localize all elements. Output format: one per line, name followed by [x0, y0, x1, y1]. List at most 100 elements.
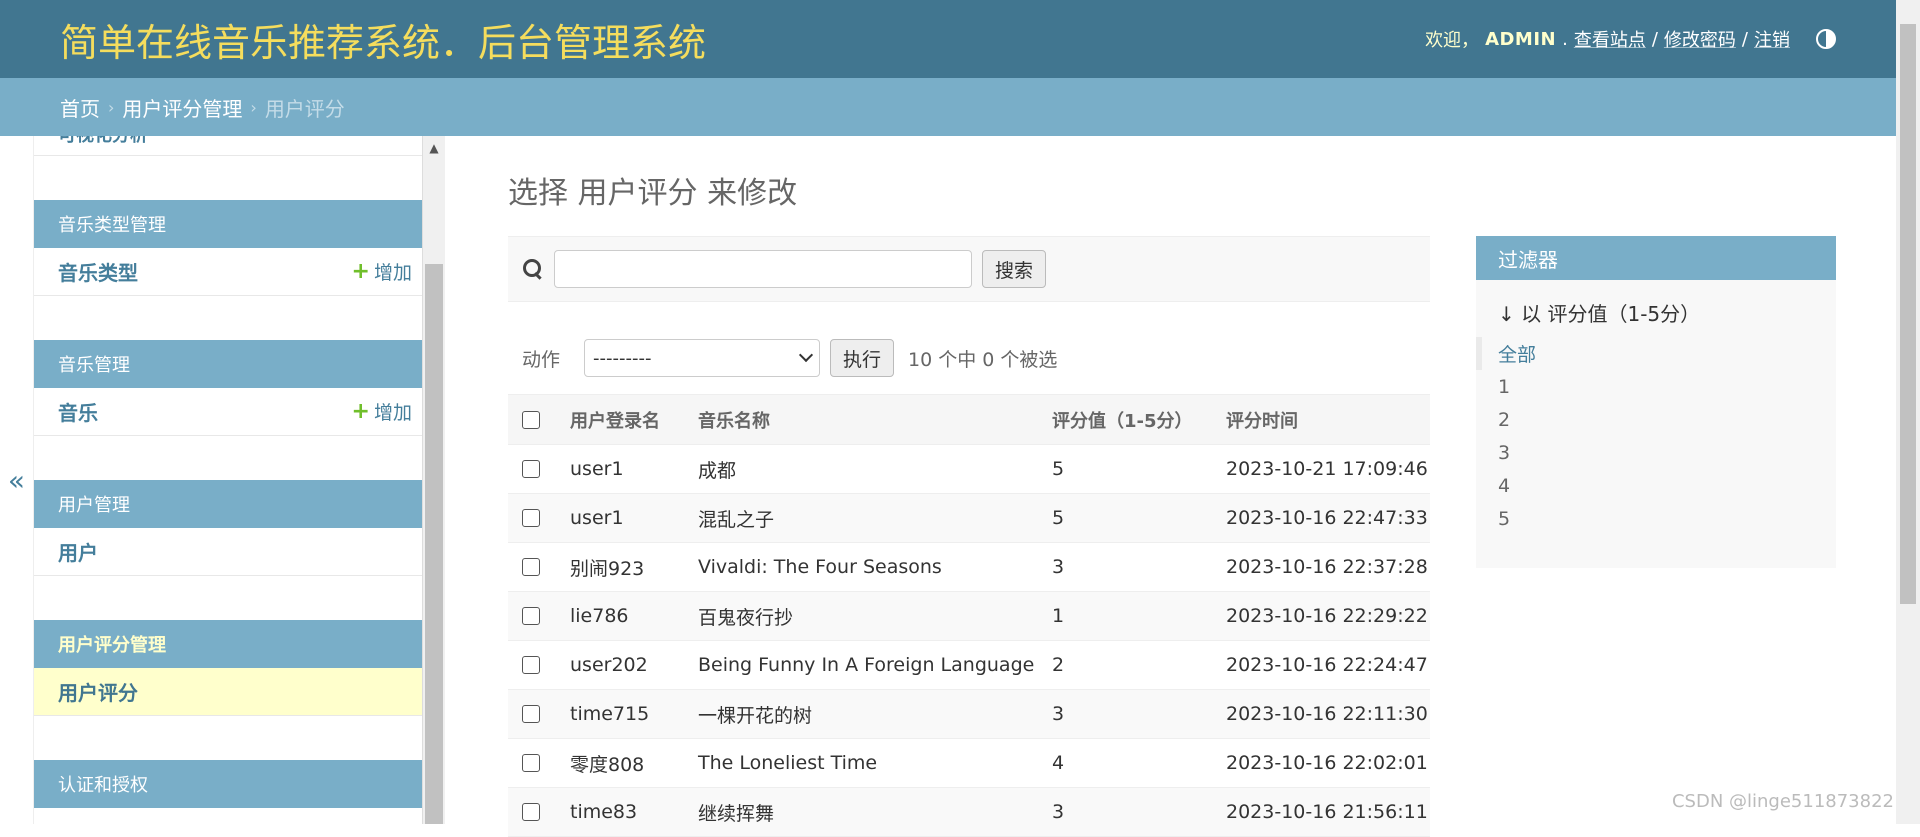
view-site-link[interactable]: 查看站点 — [1574, 26, 1646, 52]
theme-toggle-icon[interactable] — [1816, 29, 1836, 49]
sidebar-item-music-type[interactable]: 音乐类型 +增加 — [34, 248, 422, 296]
table-row: time715 一棵开花的树 3 2023-10-16 22:11:30 — [508, 690, 1430, 739]
add-music-type-button[interactable]: +增加 — [352, 258, 412, 285]
cell-music: 成都 — [698, 445, 1052, 494]
cell-music: Vivaldi: The Four Seasons — [698, 543, 1052, 592]
dot: . — [1562, 29, 1568, 50]
row-checkbox[interactable] — [522, 754, 540, 772]
sidebar-item-label[interactable]: 音乐 — [58, 397, 98, 426]
column-header-time[interactable]: 评分时间 — [1226, 395, 1430, 445]
action-select[interactable]: --------- — [584, 339, 820, 377]
module-caption[interactable]: 音乐管理 — [34, 340, 422, 388]
row-checkbox[interactable] — [522, 656, 540, 674]
table-row: time83 继续挥舞 3 2023-10-16 21:56:11 — [508, 788, 1430, 837]
column-header-music[interactable]: 音乐名称 — [698, 395, 1052, 445]
filter-option-3[interactable]: 3 — [1476, 436, 1836, 469]
filter-panel: 过滤器 ↓ 以 评分值（1-5分） 全部 1 2 3 4 5 — [1476, 236, 1836, 568]
cell-username[interactable]: user1 — [570, 494, 698, 543]
row-checkbox[interactable] — [522, 705, 540, 723]
scrollbar-thumb[interactable] — [1900, 24, 1916, 604]
breadcrumb-separator: › — [108, 98, 114, 117]
user-tools: 欢迎， ADMIN . 查看站点 / 修改密码 / 注销 — [1425, 26, 1836, 52]
filter-option-1[interactable]: 1 — [1476, 370, 1836, 403]
cell-time: 2023-10-16 22:02:01 — [1226, 739, 1430, 788]
filter-option-2[interactable]: 2 — [1476, 403, 1836, 436]
row-select-cell — [508, 690, 570, 739]
filter-heading: ↓ 以 评分值（1-5分） — [1498, 298, 1836, 327]
module-music: 音乐管理 音乐 +增加 — [34, 340, 422, 436]
breadcrumb-app[interactable]: 用户评分管理 — [122, 93, 242, 122]
logout-link[interactable]: 注销 — [1754, 26, 1790, 52]
cell-score: 3 — [1052, 788, 1226, 837]
go-button[interactable]: 执行 — [830, 339, 894, 377]
scroll-up-icon[interactable]: ▲ — [423, 136, 445, 160]
module-caption[interactable]: 认证和授权 — [34, 760, 422, 808]
table-row: user1 成都 5 2023-10-21 17:09:46 — [508, 445, 1430, 494]
sidebar-item-label[interactable]: 用户 — [58, 537, 98, 566]
module-caption[interactable]: 用户管理 — [34, 480, 422, 528]
cell-score: 4 — [1052, 739, 1226, 788]
cell-username[interactable]: lie786 — [570, 592, 698, 641]
page-scrollbar[interactable] — [1896, 0, 1920, 824]
module-auth: 认证和授权 — [34, 760, 422, 808]
column-header-username[interactable]: 用户登录名 — [570, 395, 698, 445]
separator: / — [1742, 29, 1748, 50]
separator: / — [1652, 29, 1658, 50]
column-header-score[interactable]: 评分值（1-5分） — [1052, 395, 1226, 445]
watermark: CSDN @linge511873822 — [1672, 791, 1894, 812]
module-caption[interactable]: 用户评分管理 — [34, 620, 422, 668]
filter-option-all[interactable]: 全部 — [1476, 337, 1836, 370]
action-selected-value: --------- — [593, 348, 651, 369]
header: 简单在线音乐推荐系统．后台管理系统 欢迎， ADMIN . 查看站点 / 修改密… — [0, 0, 1896, 78]
filter-option-4[interactable]: 4 — [1476, 469, 1836, 502]
row-checkbox[interactable] — [522, 607, 540, 625]
sidebar-item-label[interactable]: 音乐类型 — [58, 257, 138, 286]
double-chevron-left-icon: « — [8, 464, 25, 497]
breadcrumb-home[interactable]: 首页 — [60, 93, 100, 122]
site-title[interactable]: 简单在线音乐推荐系统．后台管理系统 — [60, 12, 706, 67]
sidebar-item-music[interactable]: 音乐 +增加 — [34, 388, 422, 436]
select-all-checkbox[interactable] — [522, 411, 540, 429]
row-checkbox[interactable] — [522, 558, 540, 576]
cell-username[interactable]: user202 — [570, 641, 698, 690]
cell-username[interactable]: user1 — [570, 445, 698, 494]
cell-music: Being Funny In A Foreign Language — [698, 641, 1052, 690]
collapse-sidebar-button[interactable]: « — [0, 136, 34, 824]
sidebar-item-rating[interactable]: 用户评分 — [34, 668, 422, 716]
table-row: user1 混乱之子 5 2023-10-16 22:47:33 — [508, 494, 1430, 543]
cell-username[interactable]: time83 — [570, 788, 698, 837]
cell-username[interactable]: time715 — [570, 690, 698, 739]
row-checkbox[interactable] — [522, 460, 540, 478]
table-header-row: 用户登录名 音乐名称 评分值（1-5分） 评分时间 — [508, 395, 1430, 445]
scrollbar-thumb[interactable] — [425, 264, 443, 824]
cell-music: The Loneliest Time — [698, 739, 1052, 788]
search-input[interactable] — [554, 250, 972, 288]
sidebar-item-user[interactable]: 用户 — [34, 528, 422, 576]
add-music-button[interactable]: +增加 — [352, 398, 412, 425]
search-button[interactable]: 搜索 — [982, 250, 1046, 288]
filter-title: 过滤器 — [1476, 236, 1836, 280]
row-checkbox[interactable] — [522, 509, 540, 527]
sidebar-item-label[interactable]: 用户评分 — [58, 677, 138, 706]
filter-options: 全部 1 2 3 4 5 — [1476, 337, 1836, 535]
sidebar-scrollbar[interactable]: ▲ — [423, 136, 445, 824]
module-caption[interactable]: 音乐类型管理 — [34, 200, 422, 248]
nav-sidebar: 可视化分析 音乐类型管理 音乐类型 +增加 音乐管理 音乐 +增加 用户管理 用… — [34, 136, 423, 824]
row-checkbox[interactable] — [522, 803, 540, 821]
filter-option-5[interactable]: 5 — [1476, 502, 1836, 535]
sidebar-item-visual-analysis[interactable]: 可视化分析 — [34, 136, 422, 156]
row-select-cell — [508, 543, 570, 592]
row-select-cell — [508, 494, 570, 543]
cell-time: 2023-10-16 22:47:33 — [1226, 494, 1430, 543]
welcome-text: 欢迎， — [1425, 26, 1479, 52]
cell-username[interactable]: 零度808 — [570, 739, 698, 788]
cell-time: 2023-10-16 22:24:47 — [1226, 641, 1430, 690]
cell-music: 一棵开花的树 — [698, 690, 1052, 739]
cell-score: 3 — [1052, 690, 1226, 739]
change-password-link[interactable]: 修改密码 — [1664, 26, 1736, 52]
table-row: 零度808 The Loneliest Time 4 2023-10-16 22… — [508, 739, 1430, 788]
cell-time: 2023-10-16 22:37:28 — [1226, 543, 1430, 592]
cell-username[interactable]: 别闹923 — [570, 543, 698, 592]
cell-score: 5 — [1052, 445, 1226, 494]
row-select-cell — [508, 445, 570, 494]
